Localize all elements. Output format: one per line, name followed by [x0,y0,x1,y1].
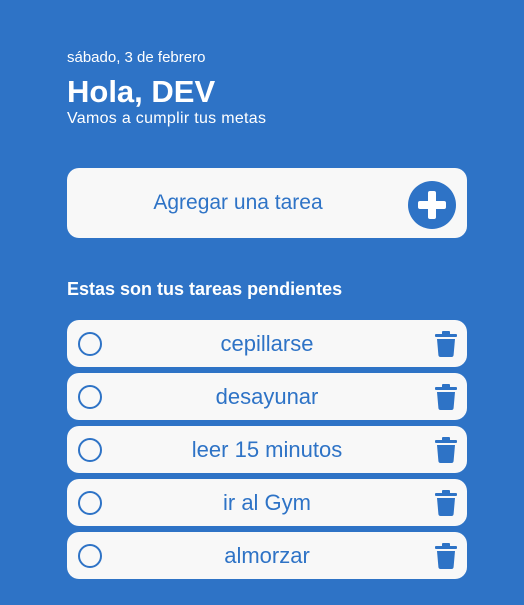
add-task-button[interactable]: Agregar una tarea [67,168,467,238]
trash-icon[interactable] [434,490,458,516]
header: sábado, 3 de febrero Hola, DEV Vamos a c… [67,49,266,128]
task-text: leer 15 minutos [191,437,343,462]
trash-icon[interactable] [434,384,458,410]
current-date: sábado, 3 de febrero [67,49,206,66]
trash-icon[interactable] [434,543,458,569]
task-checkbox[interactable] [78,544,102,568]
greeting-subtitle: Vamos a cumplir tus metas [67,110,267,127]
trash-icon[interactable] [434,437,458,463]
task-checkbox[interactable] [78,438,102,462]
task-text: ir al Gym [223,490,311,515]
add-task-label: Agregar una tarea [153,191,323,214]
task-item: cepillarse [67,320,467,367]
trash-icon[interactable] [434,331,458,357]
task-item: leer 15 minutos [67,426,467,473]
task-text: desayunar [215,384,319,409]
plus-circle-icon[interactable] [407,180,457,230]
task-item: desayunar [67,373,467,420]
task-checkbox[interactable] [78,332,102,356]
task-checkbox[interactable] [78,385,102,409]
pending-tasks-title: Estas son tus tareas pendientes [67,279,343,299]
greeting-title: Hola, DEV [67,74,216,109]
task-item: almorzar [67,532,467,579]
task-text: almorzar [224,543,310,568]
task-text: cepillarse [220,331,314,356]
task-checkbox[interactable] [78,491,102,515]
task-list: cepillarse desayunar leer 15 minutos ir … [67,320,467,585]
task-item: ir al Gym [67,479,467,526]
